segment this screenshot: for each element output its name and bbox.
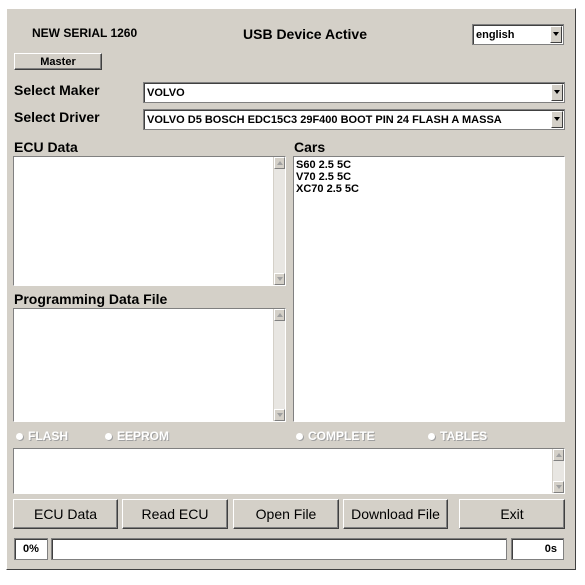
cars-label: Cars [294,139,326,155]
chevron-up-icon [277,313,283,317]
open-file-button[interactable]: Open File [233,499,339,529]
chevron-down-icon [554,90,560,94]
progress-percent: 0% [14,538,48,560]
usb-status: USB Device Active [243,26,367,42]
ecu-data-button[interactable]: ECU Data [13,499,118,529]
list-item[interactable]: V70 2.5 5C [294,171,564,183]
chevron-down-icon [556,485,562,489]
radio-dot-icon [105,432,112,440]
ecu-data-scrollbar[interactable] [273,157,285,285]
flash-radio-label: FLASH [28,429,68,443]
serial-label: NEW SERIAL 1260 [32,26,138,40]
scroll-down-button[interactable] [274,273,285,285]
eeprom-radio[interactable]: EEPROM [105,429,169,443]
radio-dot-icon [16,432,23,440]
scroll-up-button[interactable] [553,449,564,461]
chevron-down-icon [277,277,283,281]
master-button[interactable]: Master [14,53,102,70]
chevron-up-icon [556,453,562,457]
language-select-value: english [476,28,515,41]
radio-dot-icon [428,432,435,440]
driver-dropdown-button[interactable] [551,111,563,128]
tables-radio[interactable]: TABLES [428,429,487,443]
maker-select-value: VOLVO [147,86,185,99]
download-file-button[interactable]: Download File [343,499,448,529]
scroll-down-button[interactable] [274,409,285,421]
driver-label: Select Driver [14,109,100,125]
eeprom-radio-label: EEPROM [117,429,170,443]
driver-select-value: VOLVO D5 BOSCH EDC15C3 29F400 BOOT PIN 2… [147,113,502,126]
complete-radio-label: COMPLETE [308,429,375,443]
scroll-down-button[interactable] [553,481,564,493]
read-ecu-button[interactable]: Read ECU [122,499,228,529]
radio-dot-icon [296,432,303,440]
language-select[interactable]: english [472,24,564,45]
cars-list[interactable]: S60 2.5 5C V70 2.5 5C XC70 2.5 5C [293,156,565,422]
maker-select[interactable]: VOLVO [143,82,565,103]
flash-radio[interactable]: FLASH [16,429,68,443]
scroll-up-button[interactable] [274,309,285,321]
language-dropdown-button[interactable] [550,26,562,43]
chevron-down-icon [553,32,559,36]
log-scrollbar[interactable] [552,449,564,493]
log-textarea[interactable] [13,448,565,494]
complete-radio[interactable]: COMPLETE [296,429,375,443]
maker-label: Select Maker [14,82,100,98]
list-item[interactable]: XC70 2.5 5C [294,183,564,195]
maker-dropdown-button[interactable] [551,84,563,101]
exit-button[interactable]: Exit [459,499,565,529]
ecu-data-label: ECU Data [14,139,78,155]
driver-select[interactable]: VOLVO D5 BOSCH EDC15C3 29F400 BOOT PIN 2… [143,109,565,130]
tables-radio-label: TABLES [440,429,488,443]
ecu-data-textarea[interactable] [13,156,286,286]
main-window: NEW SERIAL 1260 USB Device Active englis… [6,8,576,570]
chevron-down-icon [554,117,560,121]
elapsed-time: 0s [511,538,564,560]
programming-data-label: Programming Data File [14,291,168,307]
list-item[interactable]: S60 2.5 5C [294,159,564,171]
scroll-up-button[interactable] [274,157,285,169]
programming-data-textarea[interactable] [13,308,286,422]
programming-data-scrollbar[interactable] [273,309,285,421]
progress-bar [51,538,507,560]
chevron-down-icon [277,413,283,417]
chevron-up-icon [277,161,283,165]
